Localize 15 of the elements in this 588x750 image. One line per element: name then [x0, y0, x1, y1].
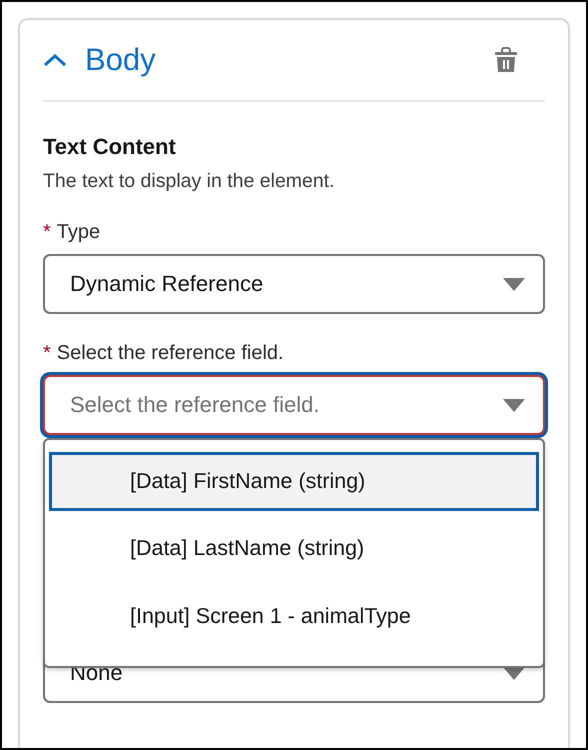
field-label: Type [56, 221, 100, 244]
caret-down-icon [503, 278, 525, 290]
section-toggle[interactable]: Body [43, 42, 156, 78]
type-select[interactable]: Dynamic Reference [43, 254, 545, 314]
required-asterisk: * [43, 342, 51, 365]
reference-select[interactable]: Select the reference field. [43, 375, 545, 435]
required-asterisk: * [43, 221, 51, 244]
field-label: Select the reference field. [56, 342, 284, 365]
group-description: The text to display in the element. [43, 170, 336, 193]
trash-icon [495, 47, 517, 73]
chevron-icon [43, 53, 67, 67]
delete-button[interactable] [495, 47, 517, 73]
dropdown-option[interactable]: [Data] FirstName (string) [49, 452, 539, 512]
caret-down-icon [503, 398, 525, 412]
group-title: Text Content [43, 134, 177, 160]
